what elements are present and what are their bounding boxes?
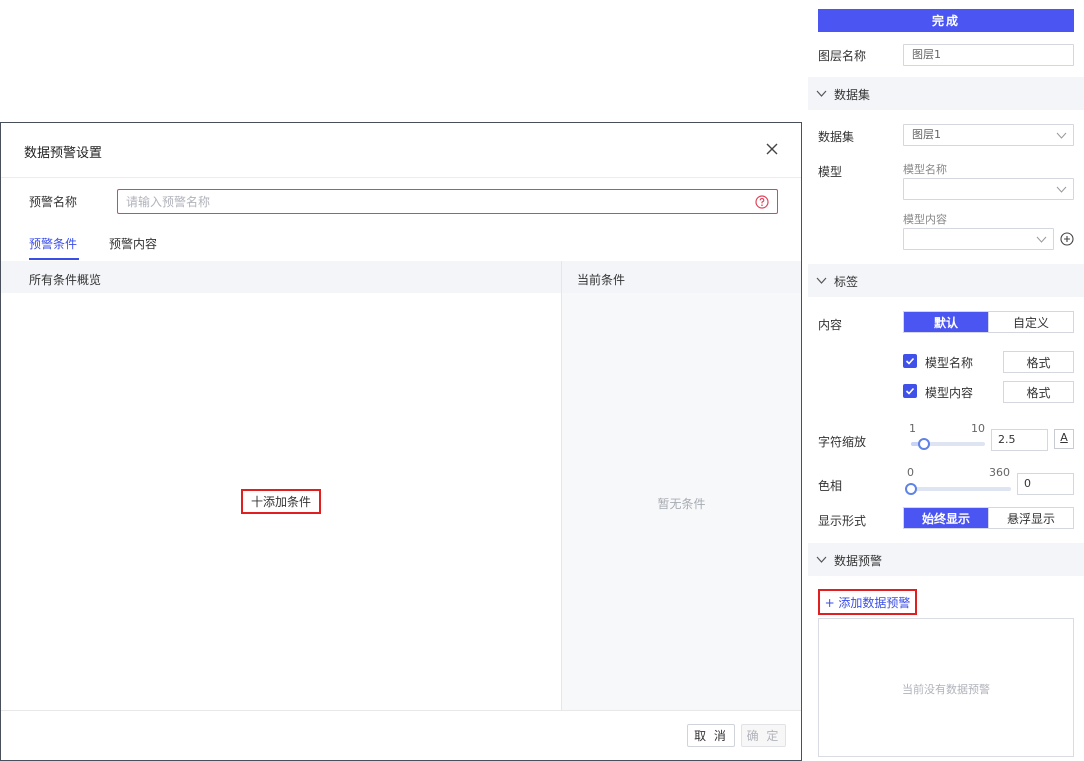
dataset-label: 数据集: [818, 130, 855, 144]
font-style-button[interactable]: A: [1054, 429, 1074, 449]
dataset-section-title: 数据集: [834, 88, 871, 102]
model-content-format-button[interactable]: 格式: [1003, 381, 1074, 403]
hue-min: 0: [907, 466, 914, 479]
content-default-option[interactable]: 默认: [904, 312, 988, 332]
warning-name-label: 预警名称: [29, 195, 78, 209]
dataset-section-header[interactable]: 数据集: [808, 77, 1084, 110]
tab-content[interactable]: 预警内容: [109, 235, 157, 252]
close-icon[interactable]: [763, 140, 781, 158]
active-tab-indicator: [29, 258, 79, 260]
hue-thumb[interactable]: [905, 483, 917, 495]
dataset-select[interactable]: 图层1: [903, 124, 1074, 146]
content-custom-option[interactable]: 自定义: [988, 312, 1073, 332]
check-icon: [905, 387, 915, 395]
chevron-down-icon: [1036, 236, 1047, 243]
overview-header: 所有条件概览: [29, 273, 102, 287]
chevron-down-icon: [816, 90, 827, 97]
char-scale-max: 10: [971, 422, 985, 435]
model-name-label: 模型名称: [903, 163, 947, 176]
char-scale-thumb[interactable]: [917, 438, 930, 450]
warning-settings-dialog: 数据预警设置 预警名称 预警条件 预警内容 所有条件概览 当前条件 十添加条件 …: [0, 122, 802, 761]
hue-label: 色相: [818, 479, 843, 493]
confirm-button[interactable]: 确 定: [741, 724, 786, 747]
char-scale-label: 字符缩放: [818, 435, 867, 449]
help-icon[interactable]: [755, 195, 769, 209]
tab-conditions[interactable]: 预警条件: [29, 235, 77, 252]
display-always-option[interactable]: 始终显示: [904, 508, 988, 528]
model-content-checkbox[interactable]: [903, 384, 917, 398]
add-data-warning-button[interactable]: + 添加数据预警: [818, 589, 917, 615]
warning-name-field[interactable]: [117, 189, 778, 214]
chevron-down-icon: [816, 556, 827, 563]
model-name-checkbox-label: 模型名称: [925, 356, 974, 370]
display-mode-toggle: 始终显示 悬浮显示: [903, 507, 1074, 529]
empty-condition-text: 暂无条件: [657, 497, 706, 511]
cancel-button[interactable]: 取 消: [687, 724, 735, 747]
chevron-down-icon: [816, 277, 827, 284]
model-name-format-button[interactable]: 格式: [1003, 351, 1074, 373]
data-warning-section-title: 数据预警: [834, 554, 883, 568]
footer-divider: [1, 710, 801, 711]
hue-track[interactable]: [911, 487, 1011, 491]
char-scale-min: 1: [909, 422, 916, 435]
chevron-down-icon: [1056, 186, 1067, 193]
model-content-label: 模型内容: [903, 213, 947, 226]
model-content-checkbox-label: 模型内容: [925, 386, 974, 400]
warning-name-input[interactable]: [118, 190, 738, 213]
title-divider: [1, 177, 801, 178]
model-content-select[interactable]: [903, 228, 1054, 250]
content-label: 内容: [818, 318, 843, 332]
layer-name-input[interactable]: 图层1: [903, 44, 1074, 66]
model-name-select[interactable]: [903, 178, 1074, 200]
add-condition-button[interactable]: 十添加条件: [241, 489, 321, 514]
model-label: 模型: [818, 165, 843, 179]
layer-name-label: 图层名称: [818, 49, 867, 63]
add-circle-icon[interactable]: [1060, 232, 1074, 246]
done-button[interactable]: 完成: [818, 9, 1074, 32]
hue-max: 360: [989, 466, 1010, 479]
data-warning-section-header[interactable]: 数据预警: [808, 543, 1084, 576]
data-warning-list: 当前没有数据预警: [818, 618, 1074, 757]
dataset-select-value: 图层1: [912, 128, 941, 141]
display-mode-label: 显示形式: [818, 514, 867, 528]
condition-header-bar: [1, 261, 801, 293]
display-hover-option[interactable]: 悬浮显示: [988, 508, 1073, 528]
label-section-header[interactable]: 标签: [808, 264, 1084, 297]
column-divider: [561, 261, 562, 711]
hue-input[interactable]: 0: [1017, 473, 1074, 495]
check-icon: [905, 357, 915, 365]
label-section-title: 标签: [834, 275, 859, 289]
char-scale-input[interactable]: 2.5: [991, 429, 1048, 451]
content-mode-toggle: 默认 自定义: [903, 311, 1074, 333]
current-condition-header: 当前条件: [577, 273, 626, 287]
data-warning-empty-text: 当前没有数据预警: [902, 683, 990, 696]
chevron-down-icon: [1056, 132, 1067, 139]
dialog-title: 数据预警设置: [24, 146, 103, 161]
model-name-checkbox[interactable]: [903, 354, 917, 368]
